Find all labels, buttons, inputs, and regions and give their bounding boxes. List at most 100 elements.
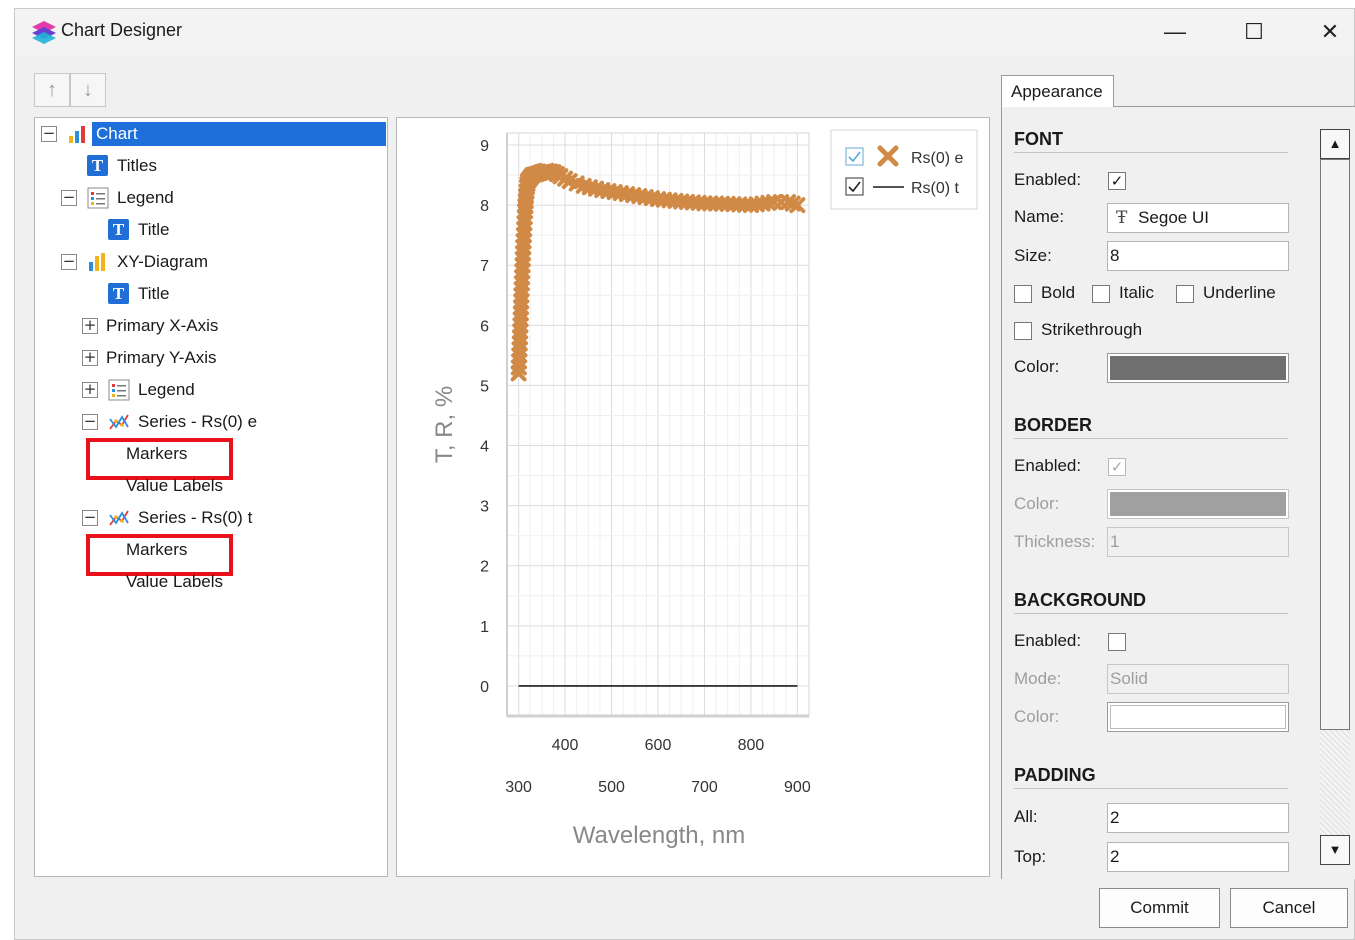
appearance-properties: FONT Enabled: ✓ Name: Ŧ Segoe UI Size: 8… <box>1002 107 1355 879</box>
border-enabled-checkbox[interactable]: ✓ <box>1108 458 1126 476</box>
commit-button[interactable]: Commit <box>1099 888 1220 928</box>
border-color-swatch <box>1110 492 1286 516</box>
move-up-button[interactable]: ↑ <box>34 73 70 107</box>
y-tick-label: 0 <box>480 679 489 696</box>
section-divider <box>1014 788 1288 789</box>
y-tick-label: 7 <box>480 258 489 275</box>
tree-item-label: Chart <box>92 122 386 146</box>
background-color-picker[interactable] <box>1107 702 1289 732</box>
font-name-field[interactable]: Ŧ Segoe UI <box>1107 203 1289 233</box>
maximize-button[interactable]: ☐ <box>1218 9 1290 55</box>
border-color-label: Color: <box>1014 494 1060 513</box>
text-icon: T <box>108 219 129 240</box>
tree-item-legend[interactable]: − Legend <box>35 184 335 212</box>
properties-scrollbar[interactable]: ▲ ▼ <box>1320 129 1350 869</box>
tree-item-label: Title <box>138 220 170 239</box>
scroll-track[interactable] <box>1320 730 1350 835</box>
font-color-swatch <box>1110 356 1286 380</box>
background-color-swatch <box>1110 705 1286 729</box>
scroll-down-button[interactable]: ▼ <box>1320 835 1350 865</box>
tab-appearance[interactable]: Appearance <box>1001 75 1114 107</box>
chart-preview[interactable]: 0 1 2 3 4 5 6 7 8 9 400 600 800 300 500 700 900 Wavelengt… <box>396 117 990 877</box>
underline-checkbox[interactable] <box>1176 285 1194 303</box>
bar-chart-icon <box>69 126 85 143</box>
y-tick-label: 6 <box>480 318 489 335</box>
y-tick-label: 3 <box>480 499 489 516</box>
padding-top-label: Top: <box>1014 847 1047 866</box>
collapse-icon[interactable]: − <box>61 254 77 270</box>
tree-item-label: Series - Rs(0) t <box>138 508 253 527</box>
italic-label: Italic <box>1119 283 1154 302</box>
scroll-thumb[interactable] <box>1320 159 1350 730</box>
collapse-icon[interactable]: − <box>82 414 98 430</box>
x-tick-label: 800 <box>738 737 765 754</box>
y-tick-label: 5 <box>480 378 489 395</box>
section-border-header: BORDER <box>1014 415 1093 435</box>
padding-top-field[interactable]: 2 <box>1107 842 1289 872</box>
tree-item-series-rs0t[interactable]: − Series - Rs(0) t <box>35 504 355 532</box>
tree-item-label: Value Labels <box>126 572 224 591</box>
bar-chart-icon <box>89 253 105 271</box>
cancel-button[interactable]: Cancel <box>1230 888 1348 928</box>
minimize-button[interactable]: — <box>1139 9 1211 55</box>
font-enabled-label: Enabled: <box>1014 170 1082 189</box>
x-tick-label: 400 <box>552 737 579 754</box>
expand-icon[interactable]: + <box>82 318 98 334</box>
section-divider <box>1014 152 1288 153</box>
y-tick-label: 2 <box>480 559 489 576</box>
y-tick-label: 8 <box>480 198 489 215</box>
tree-item-titles[interactable]: T Titles <box>35 152 335 180</box>
text-icon: T <box>108 283 129 304</box>
font-enabled-checkbox[interactable]: ✓ <box>1108 172 1126 190</box>
tree-item-label: Series - Rs(0) e <box>138 412 258 431</box>
font-size-field[interactable]: 8 <box>1107 241 1289 271</box>
tree-item-diagram-legend[interactable]: + Legend <box>35 376 335 404</box>
chart-element-tree[interactable]: − Chart T Titles − Legend T Title − XY-D… <box>34 117 388 877</box>
tree-item-value-labels-t[interactable]: Value Labels <box>35 568 335 596</box>
x-tick-label: 900 <box>784 779 811 796</box>
collapse-icon[interactable]: − <box>61 190 77 206</box>
expand-icon[interactable]: + <box>82 350 98 366</box>
strikethrough-checkbox[interactable] <box>1014 322 1032 340</box>
tree-item-legend-title[interactable]: T Title <box>35 216 335 244</box>
font-name-label: Name: <box>1014 207 1065 226</box>
border-thickness-field[interactable]: 1 <box>1107 527 1289 557</box>
y-tick-label: 1 <box>480 619 489 636</box>
border-color-picker[interactable] <box>1107 489 1289 519</box>
section-padding-header: PADDING <box>1014 765 1096 785</box>
background-enabled-checkbox[interactable] <box>1108 633 1126 651</box>
collapse-icon[interactable]: − <box>41 126 57 142</box>
tree-item-value-labels-e[interactable]: Value Labels <box>35 472 335 500</box>
legend-icon <box>87 187 109 209</box>
tree-item-primary-y-axis[interactable]: + Primary Y-Axis <box>35 344 335 372</box>
tree-item-label: XY-Diagram <box>117 252 209 271</box>
properties-panel: Appearance FONT Enabled: ✓ Name: Ŧ Segoe… <box>993 73 1355 879</box>
background-mode-field[interactable]: Solid <box>1107 664 1289 694</box>
bold-label: Bold <box>1041 283 1076 302</box>
x-tick-label: 600 <box>645 737 672 754</box>
tree-item-xy-diagram[interactable]: − XY-Diagram <box>35 248 335 276</box>
bold-checkbox[interactable] <box>1014 285 1032 303</box>
window-title: Chart Designer <box>61 20 183 40</box>
padding-all-field[interactable]: 2 <box>1107 803 1289 833</box>
tree-item-primary-x-axis[interactable]: + Primary X-Axis <box>35 312 335 340</box>
tree-item-label: Value Labels <box>126 476 224 495</box>
legend-label: Rs(0) t <box>911 180 960 197</box>
tree-item-series-rs0e[interactable]: − Series - Rs(0) e <box>35 408 355 436</box>
expand-icon[interactable]: + <box>82 382 98 398</box>
title-bar[interactable]: Chart Designer — ☐ ✕ <box>15 9 1354 55</box>
legend-icon <box>108 379 130 401</box>
tree-item-diagram-title[interactable]: T Title <box>35 280 335 308</box>
y-axis-title: T, R, % <box>431 386 458 463</box>
move-down-button[interactable]: ↓ <box>70 73 106 107</box>
collapse-icon[interactable]: − <box>82 510 98 526</box>
x-axis-title: Wavelength, nm <box>573 822 746 849</box>
legend-label: Rs(0) e <box>911 150 964 167</box>
font-color-picker[interactable] <box>1107 353 1289 383</box>
scroll-up-button[interactable]: ▲ <box>1320 129 1350 159</box>
close-button[interactable]: ✕ <box>1294 9 1355 55</box>
border-thickness-label: Thickness: <box>1014 532 1096 551</box>
tree-item-chart[interactable]: − Chart <box>35 120 387 148</box>
italic-checkbox[interactable] <box>1092 285 1110 303</box>
legend-box <box>830 129 978 210</box>
